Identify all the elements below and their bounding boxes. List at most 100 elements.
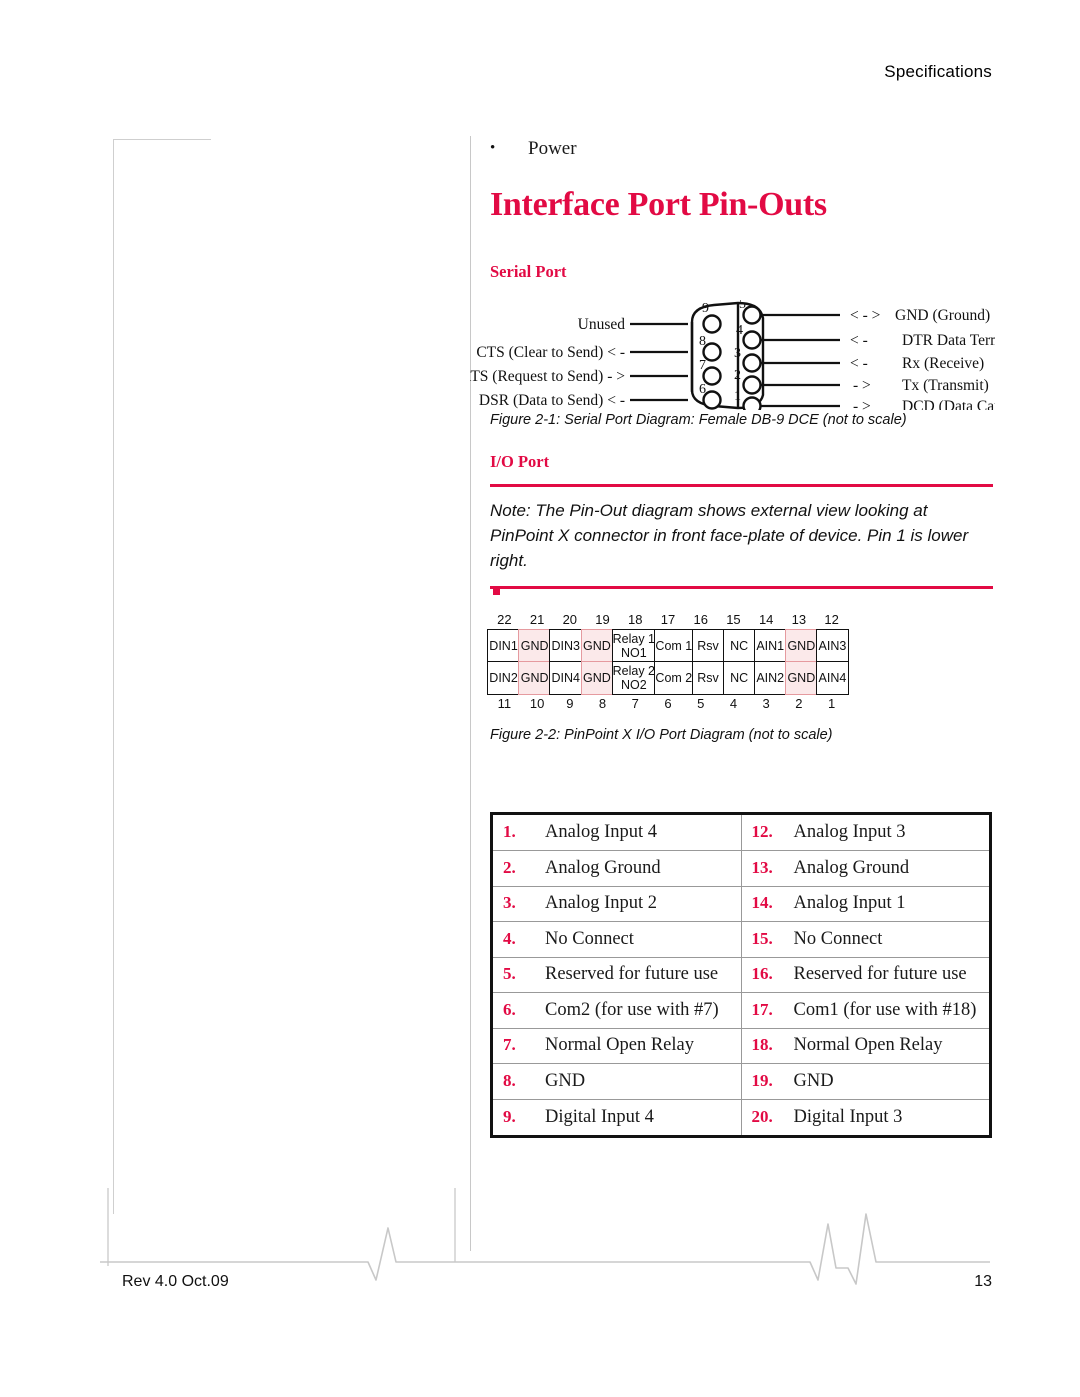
serial-right-label: DTR Data Terminal Ready) — [902, 332, 995, 349]
io-pin-cell: Relay 1 NO1 — [611, 629, 657, 663]
io-pin-cell: AIN2 — [753, 661, 787, 695]
io-pin-cell: DIN3 — [549, 629, 583, 663]
pin-number: 6. — [503, 999, 516, 1019]
io-pin-number: 18 — [628, 612, 643, 627]
io-pin-cell-label: Com 2 — [655, 670, 693, 685]
svg-text:6: 6 — [699, 382, 706, 397]
pin-description: Digital Input 4 — [545, 1106, 654, 1127]
io-top-pin-numbers: 22 21 20 19 18 17 16 15 14 13 12 — [488, 612, 848, 627]
io-pin-cell: Relay 2 NO2 — [611, 661, 657, 695]
svg-text:9: 9 — [702, 301, 709, 316]
table-row: 1. Analog Input 4 12. Analog Input 3 — [493, 815, 989, 851]
serial-direction-arrow: - > — [853, 377, 871, 394]
list-item: • Power — [490, 138, 995, 160]
pin-table-cell: 5. Reserved for future use — [493, 957, 742, 993]
io-bottom-pin-numbers: 11 10 9 8 7 6 5 4 3 2 1 — [488, 694, 848, 711]
section-heading-io-port: I/O Port — [490, 452, 550, 471]
io-port-diagram: 22 21 20 19 18 17 16 15 14 13 12 DIN1 GND DIN3 GND Rel… — [487, 612, 849, 711]
pin-description: GND — [793, 1070, 834, 1091]
pin-description: No Connect — [793, 928, 883, 949]
io-pin-cell: DIN2 — [487, 661, 520, 695]
pin-description: Analog Input 4 — [545, 822, 658, 842]
io-pin-cell: NC — [722, 629, 756, 663]
serial-right-label: Rx (Receive) — [902, 355, 984, 372]
page-title: Interface Port Pin-Outs — [490, 186, 827, 223]
pin-number: 12. — [751, 822, 773, 841]
pin-number: 13. — [751, 857, 773, 877]
serial-direction-arrow: < - — [850, 355, 868, 372]
io-pin-number: 4 — [729, 696, 738, 711]
footer-waveform-graphic — [100, 1188, 990, 1285]
io-pin-cell: AIN4 — [816, 661, 849, 695]
io-pin-cell: Com 2 — [654, 661, 694, 695]
pin-description: Analog Ground — [793, 857, 910, 878]
figure-caption-serial: Figure 2-1: Serial Port Diagram: Female … — [490, 412, 907, 428]
serial-left-label: CTS (Clear to Send) < - — [476, 344, 625, 361]
io-pin-cell-label: Com 1 — [655, 638, 693, 653]
svg-text:3: 3 — [734, 346, 741, 361]
io-pin-cell: NC — [722, 661, 756, 695]
io-pin-cell: Com 1 — [654, 629, 694, 663]
serial-right-label: DCD (Data Carrier Detect) — [902, 398, 995, 410]
pin-description: Normal Open Relay — [793, 1035, 943, 1056]
serial-right-label: GND (Ground) — [895, 307, 990, 324]
svg-text:8: 8 — [699, 334, 706, 349]
table-row: 5. Reserved for future use 16. Reserved for… — [493, 957, 989, 993]
pin-number: 7. — [503, 1035, 516, 1055]
serial-port-diagram: 9 8 7 6 5 4 3 2 1 Unused CTS (Clear to S… — [470, 300, 995, 410]
io-pin-cell-label: Rsv — [697, 638, 719, 653]
bullet-label: Power — [528, 138, 577, 159]
pin-number: 8. — [503, 1070, 516, 1090]
svg-text:4: 4 — [736, 323, 743, 338]
io-pin-cell-label: Relay 1 — [612, 631, 656, 646]
pin-number: 4. — [503, 928, 516, 948]
pin-description: Reserved for future use — [545, 964, 719, 985]
io-pin-cell: DIN4 — [549, 661, 583, 695]
pin-description: Analog Input 3 — [793, 822, 906, 842]
io-pin-cell-label: Rsv — [697, 670, 719, 685]
serial-left-label: Unused — [578, 316, 626, 333]
pin-description: Com2 (for use with #7) — [545, 999, 719, 1020]
io-pin-cell: DIN1 — [487, 629, 520, 663]
io-pin-cell: GND — [580, 661, 614, 695]
io-pin-number: 16 — [693, 612, 708, 627]
io-pin-number: 3 — [762, 696, 770, 711]
footer-page-number: 13 — [974, 1273, 992, 1290]
io-pin-number: 19 — [595, 612, 610, 627]
pin-table-cell: 14. Analog Input 1 — [741, 886, 989, 922]
io-pin-grid: DIN1 GND DIN3 GND Relay 1 NO1 Com 1 Rsv NC AIN1 GN… — [487, 629, 849, 695]
io-pin-cell-label: NC — [730, 670, 749, 685]
decorative-corner-frame — [113, 139, 211, 1214]
pin-table-cell: 2. Analog Ground — [493, 850, 742, 887]
pin-table-cell: 13. Analog Ground — [741, 850, 989, 887]
io-pin-cell: GND — [580, 629, 614, 663]
io-pin-cell-label: GND — [787, 670, 816, 685]
pin-table-cell: 16. Reserved for future use — [741, 957, 989, 993]
pin-number: 18. — [751, 1035, 773, 1055]
io-pin-number: 15 — [726, 612, 741, 627]
pin-table-cell: 17. Com1 (for use with #18) — [741, 992, 989, 1029]
io-pin-cell-label: GND — [582, 670, 611, 685]
serial-direction-arrow: < - > — [850, 307, 880, 324]
pin-description: Analog Ground — [545, 857, 661, 878]
section-heading-serial-port: Serial Port — [490, 262, 567, 281]
note-callout: Note: The Pin-Out diagram shows external… — [490, 484, 993, 589]
io-pin-number: 17 — [660, 612, 676, 627]
io-pin-number: 6 — [664, 696, 672, 711]
serial-direction-arrow: < - — [850, 332, 868, 349]
io-pin-cell-label: DIN3 — [551, 638, 580, 653]
io-pin-number: 14 — [758, 612, 774, 627]
io-pin-cell: GND — [784, 629, 818, 663]
note-text: Note: The Pin-Out diagram shows external… — [490, 501, 969, 570]
io-pin-number: 7 — [631, 696, 639, 711]
serial-direction-arrow: - > — [853, 398, 871, 410]
io-pin-number: 13 — [791, 612, 807, 627]
pin-table-cell: 20. Digital Input 3 — [741, 1099, 989, 1135]
pin-number: 1. — [503, 822, 516, 841]
serial-left-label: DSR (Data to Send) < - — [479, 392, 625, 409]
io-pin-cell-label: GND — [520, 638, 549, 653]
io-pin-cell-label: AIN1 — [756, 638, 785, 653]
pin-table-cell: 19. GND — [741, 1063, 989, 1100]
io-pin-cell-label: DIN4 — [551, 670, 580, 685]
pin-number: 17. — [751, 999, 773, 1019]
